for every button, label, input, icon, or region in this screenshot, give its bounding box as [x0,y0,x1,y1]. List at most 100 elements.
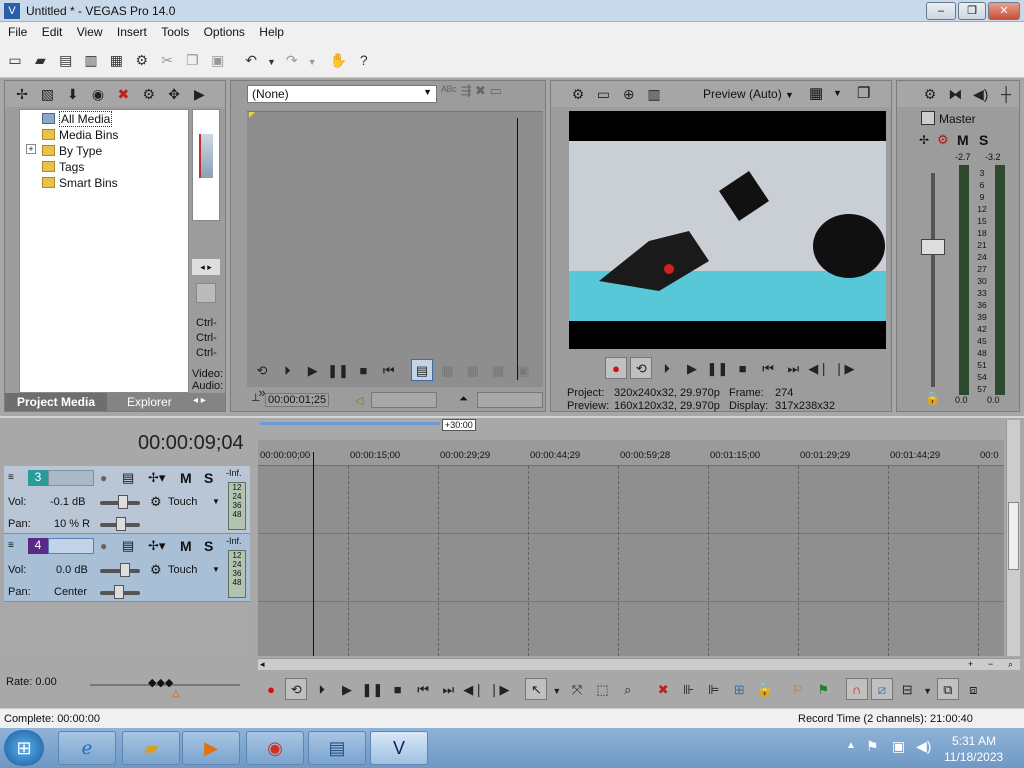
menu-tools[interactable]: Tools [161,22,189,39]
import-media-icon[interactable]: ✢ [11,83,33,105]
timeline-horizontal-scrollbar[interactable]: ◂ + − ⌕ [258,658,1020,670]
chrome-icon[interactable]: ◉ [246,731,304,765]
menu-options[interactable]: Options [204,22,245,39]
get-media-icon[interactable]: ⬇ [62,83,84,105]
pause-icon[interactable]: ❚❚ [361,679,383,701]
vegas-taskbar-icon[interactable]: V [370,731,428,765]
edit-tool-dropdown-icon[interactable]: ▼ [551,680,563,702]
redo-icon[interactable]: ↷ [281,49,303,71]
pause-icon[interactable]: ❚❚ [706,358,728,380]
track-mute-button[interactable]: M [180,538,192,554]
menu-help[interactable]: Help [259,22,284,39]
track-collapse-icon[interactable]: ≡ [8,472,14,483]
menu-file[interactable]: File [8,22,27,39]
scroll-thumb[interactable] [1008,502,1019,570]
hand-tool-icon[interactable]: ✋ [327,49,349,71]
clear-trimmer-icon[interactable]: ✖ [475,83,486,98]
track-name-field[interactable] [48,538,94,554]
grid-dropdown-icon[interactable]: ▼ [833,88,842,98]
record-icon[interactable]: ● [260,679,282,701]
trimmer-selection-field[interactable] [371,392,437,408]
trimmer-view[interactable] [247,111,543,387]
time-ruler[interactable]: 00:00:00;00 00:00:15;00 00:00:29;29 00:00:4… [258,440,1004,466]
scroll-left-icon[interactable]: ◂ [260,659,265,670]
menu-insert[interactable]: Insert [117,22,147,39]
move-icon[interactable]: ✥ [163,83,185,105]
track-header-4[interactable]: ≡ 4 ● ▤ ✢▾ M S -Inf. Vol: 0.0 dB ⚙ Touch… [4,534,250,602]
menu-view[interactable]: View [77,22,103,39]
track-header-3[interactable]: ≡ 3 ● ▤ ✢▾ M S -Inf. Vol: -0.1 dB ⚙ Touc… [4,466,250,534]
media-fx-icon[interactable]: ⚙ [138,83,160,105]
normal-edit-tool-icon[interactable]: ↖ [525,678,548,700]
envelope-icon[interactable]: ▤ [122,538,134,554]
vol-fader-handle[interactable] [120,563,130,577]
split-screen-icon[interactable]: ⊕ [618,83,640,105]
zoom-tool-icon[interactable]: ⌕ [617,679,639,701]
thumb-scroll-buttons[interactable]: ◂ ▸ [192,259,220,275]
arm-record-icon[interactable]: ● [100,471,107,485]
timeline-vertical-scrollbar[interactable] [1006,420,1020,656]
open-folder-icon[interactable]: ▰ [29,49,51,71]
close-button[interactable]: ✕ [988,2,1020,20]
tree-item-tags[interactable]: Tags [42,160,84,174]
fit-icon[interactable]: ▣ [512,360,534,382]
menu-edit[interactable]: Edit [42,22,63,39]
capture-video-icon[interactable]: ▧ [36,83,58,105]
chevron-down-icon[interactable]: ▼ [212,497,220,506]
maximize-button[interactable]: ❐ [958,2,986,20]
ignore-grouping-icon[interactable]: ⧈ [962,679,984,701]
play-icon[interactable]: ▶ [336,679,358,701]
spell-icon[interactable]: ᴬᴮᶜ [441,83,457,98]
automation-mode[interactable]: Touch [168,564,197,576]
loop-icon[interactable]: ⟲ [285,678,308,700]
control-panel-icon[interactable]: ▤ [308,731,366,765]
pause-icon[interactable]: ❚❚ [327,360,349,382]
pan-fader-handle[interactable] [114,585,124,599]
master-settings-icon[interactable]: ⚙ [919,83,941,105]
loop-icon[interactable]: ⟲ [630,357,653,379]
track-fx-icon[interactable]: ✢▾ [148,470,165,486]
delete-icon[interactable]: ✖ [652,679,674,701]
lock-icon[interactable]: 🔒 [925,391,940,405]
help-icon[interactable]: ? [353,49,375,71]
play-icon[interactable]: ▶ [302,360,324,382]
media-player-icon[interactable]: ▶ [182,731,240,765]
stop-icon[interactable]: ■ [352,360,374,382]
play-from-start-icon[interactable]: ⏵ [311,679,333,701]
go-to-end-icon[interactable]: ⏭ [782,358,804,380]
snapshot-icon[interactable]: ▤ [411,359,434,381]
lock-envelopes-icon[interactable]: ⧉ [936,678,959,700]
tree-item-all-media[interactable]: All Media [42,111,113,127]
go-to-start-icon[interactable]: ⏮ [378,360,400,382]
go-to-start-icon[interactable]: ⏮ [412,679,434,701]
tree-item-by-type[interactable]: By Type [42,144,102,158]
track-collapse-icon[interactable]: ≡ [8,540,14,551]
overlays-icon[interactable]: ▥ [643,83,665,105]
add-to-timeline-icon[interactable]: ▦ [436,360,458,382]
automation-icon[interactable]: ⚙ [150,494,162,510]
record-icon[interactable]: ● [605,357,627,379]
media-properties-icon[interactable] [196,283,216,303]
fx-icon[interactable]: ⚙ [937,132,949,148]
next-frame-icon[interactable]: ❘▶ [833,358,855,380]
file-explorer-icon[interactable]: ▰ [122,731,180,765]
auto-ripple-icon[interactable]: ⧄ [870,678,893,700]
copy-snapshot-icon[interactable]: ❐ [857,84,870,102]
save-icon[interactable]: ▤ [55,49,77,71]
split-icon[interactable]: ⊞ [728,679,750,701]
paste-icon[interactable]: ▣ [207,49,229,71]
save-as-icon[interactable]: ▥ [80,49,102,71]
tab-explorer[interactable]: Explorer [127,395,172,409]
chevron-down-icon[interactable]: ▼ [212,565,220,574]
copy-icon[interactable]: ❐ [181,49,203,71]
render-icon[interactable]: ▦ [105,49,127,71]
lock-icon[interactable]: 🔒 [754,679,776,701]
properties-gear-icon[interactable]: ⚙ [131,49,153,71]
tree-item-smart-bins[interactable]: Smart Bins [42,176,118,190]
trimmer-media-dropdown[interactable]: (None) ▼ [247,85,437,103]
mixer-icon[interactable]: ┼ [995,83,1017,105]
web-icon[interactable]: ◉ [87,83,109,105]
zoom-in-icon[interactable]: + [968,659,973,670]
track-fx-icon[interactable]: ✢▾ [148,538,165,554]
speaker-icon[interactable]: ◀) [970,83,992,105]
